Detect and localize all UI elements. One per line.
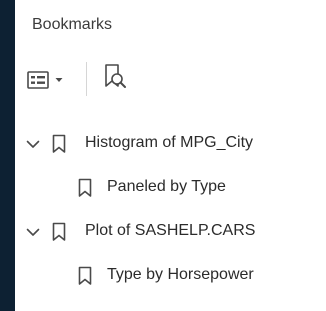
find-current-bookmark-icon <box>101 62 133 94</box>
bookmark-icon <box>78 266 92 286</box>
bookmark-item[interactable]: Type by Horsepower <box>15 254 326 298</box>
bookmarks-toolbar <box>27 62 307 96</box>
chevron-down-icon <box>55 77 63 83</box>
bookmark-icon <box>78 178 92 198</box>
bookmark-item[interactable]: Paneled by Type <box>15 166 326 210</box>
bookmark-item[interactable]: Plot of SASHELP.CARS <box>15 210 326 254</box>
bookmarks-panel: Bookmarks Histogram of MPG_City Paneled … <box>15 0 326 311</box>
bookmark-label: Plot of SASHELP.CARS <box>85 222 256 239</box>
bookmark-icon <box>52 222 66 242</box>
options-menu-button[interactable] <box>27 64 75 96</box>
panel-title: Bookmarks <box>32 16 113 33</box>
bookmark-icon <box>52 134 66 154</box>
bookmark-label: Histogram of MPG_City <box>85 134 254 151</box>
toolbar-divider <box>86 62 87 96</box>
find-current-bookmark-button[interactable] <box>101 62 133 96</box>
bookmark-tree: Histogram of MPG_City Paneled by Type Pl… <box>15 122 326 298</box>
bookmark-label: Paneled by Type <box>107 178 226 195</box>
expand-chevron-icon[interactable] <box>25 136 41 152</box>
expand-chevron-icon[interactable] <box>25 224 41 240</box>
bookmark-label: Type by Horsepower <box>107 266 254 283</box>
options-list-icon <box>27 71 49 89</box>
bookmark-item[interactable]: Histogram of MPG_City <box>15 122 326 166</box>
